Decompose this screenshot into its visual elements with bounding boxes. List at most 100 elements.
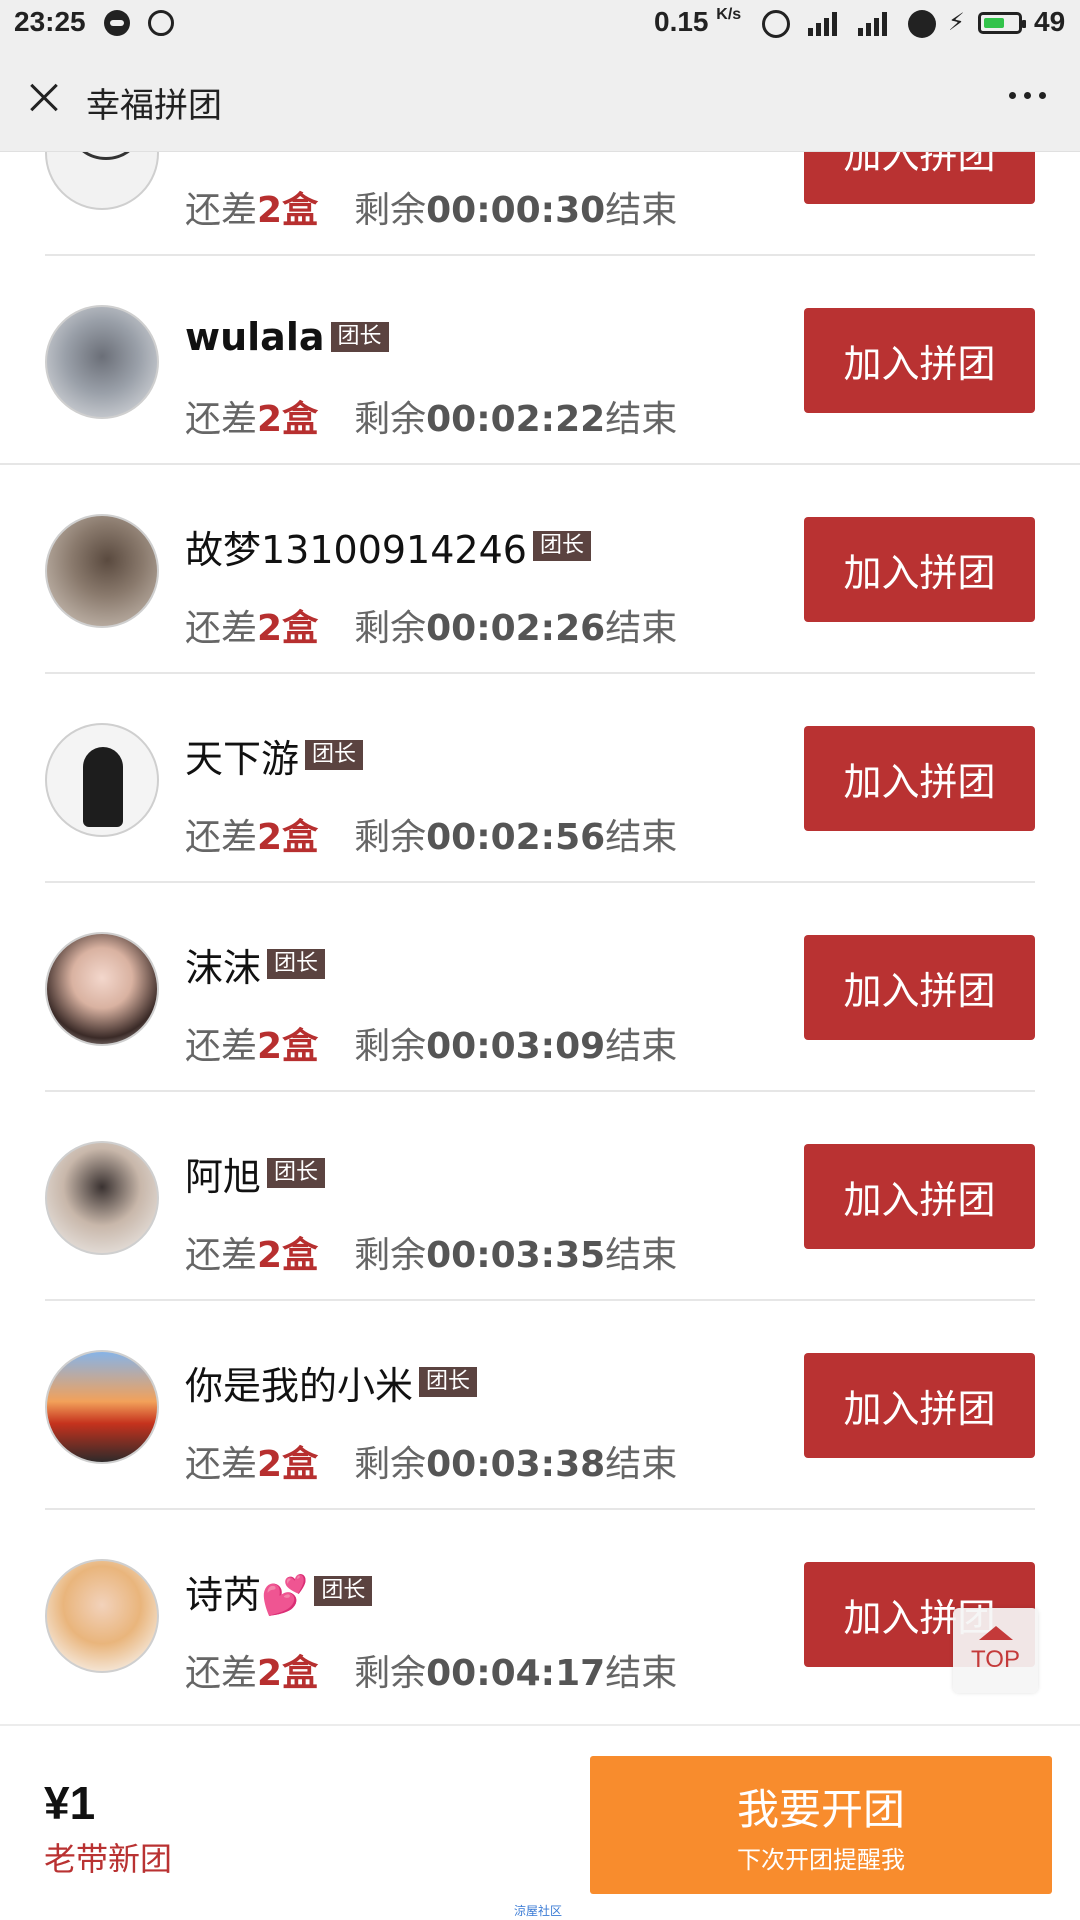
charging-icon: ⚡ [948, 9, 965, 36]
countdown: 00:03:09 [426, 1026, 606, 1067]
group-status: 还差2盒 剩余00:03:09结束 [185, 1017, 677, 1069]
group-status: 还差2盒 剩余00:02:22结束 [185, 390, 677, 442]
battery-icon [978, 12, 1026, 34]
close-icon[interactable] [24, 78, 64, 118]
avatar [45, 723, 159, 837]
group-row: 阿旭 团长 还差2盒 剩余00:03:35结束 加入拼团 [0, 1092, 1080, 1301]
remain-count: 2盒 [257, 1235, 319, 1276]
leader-name: 天下游 [185, 736, 300, 781]
join-group-button[interactable]: 加入拼团 [804, 1144, 1035, 1249]
signal-3g-icon [808, 12, 837, 36]
leader-name-line: 故梦13100914246 团长 [185, 523, 591, 572]
countdown: 00:02:26 [426, 608, 606, 649]
leader-name-line: 你是我的小米 团长 [185, 1359, 478, 1408]
group-row: 故梦13100914246 团长 还差2盒 剩余00:02:26结束 加入拼团 [0, 465, 1080, 674]
avatar [45, 1559, 159, 1673]
watermark: 涼屋社区 [514, 1904, 563, 1918]
countdown: 00:02:56 [426, 817, 606, 858]
avatar [45, 1350, 159, 1464]
leader-name-line: 沫沫 团长 [185, 941, 326, 990]
group-status: 还差2盒 剩余00:03:35结束 [185, 1226, 677, 1278]
group-status: 还差2盒 剩余00:02:26结束 [185, 599, 677, 651]
bottom-bar: ¥1 老带新团 我要开团 下次开团提醒我 涼屋社区 [0, 1724, 1080, 1920]
leader-name-line: 阿旭 团长 [185, 1150, 326, 1199]
more-icon[interactable] [1009, 92, 1046, 99]
remain-count: 2盒 [257, 1444, 319, 1485]
join-group-button[interactable]: 加入拼团 [804, 726, 1035, 831]
countdown: 00:02:22 [426, 399, 606, 440]
time-label: 剩余 [354, 608, 427, 649]
leader-name: 诗芮💕 [185, 1572, 309, 1617]
time-suffix: 结束 [605, 817, 678, 858]
remind-label: 下次开团提醒我 [737, 1846, 905, 1874]
remain-label: 还差 [185, 1235, 258, 1276]
join-group-button[interactable]: 加入拼团 [804, 935, 1035, 1040]
remain-count: 2盒 [257, 608, 319, 649]
status-time: 23:25 [14, 6, 86, 37]
leader-name-line: 诗芮💕 团长 [185, 1568, 373, 1617]
status-bar: 23:25 0.15 K/s ⚡ 49 [0, 0, 1080, 48]
remain-count: 2盒 [257, 1653, 319, 1694]
leader-name: wulala [185, 315, 325, 359]
leader-badge: 团长 [330, 322, 389, 352]
remain-count: 2盒 [257, 1026, 319, 1067]
avatar [45, 514, 159, 628]
remain-label: 还差 [185, 608, 258, 649]
join-group-button[interactable]: 加入拼团 [804, 517, 1035, 622]
leader-name-line: 天下游 团长 [185, 732, 364, 781]
countdown: 00:03:35 [426, 1235, 606, 1276]
time-suffix: 结束 [605, 1235, 678, 1276]
group-row: 天下游 团长 还差2盒 剩余00:02:56结束 加入拼团 [0, 674, 1080, 883]
back-to-top-button[interactable]: TOP [953, 1608, 1038, 1693]
leader-badge: 团长 [267, 1158, 326, 1188]
remain-label: 还差 [185, 1444, 258, 1485]
start-group-label: 我要开团 [736, 1785, 905, 1834]
remain-label: 还差 [185, 1653, 258, 1694]
time-label: 剩余 [354, 1026, 427, 1067]
top-arrow-icon [979, 1626, 1013, 1640]
leader-name-line: wulala 团长 [185, 314, 389, 360]
group-status: 还差2盒 剩余00:00:30结束 [185, 181, 677, 233]
group-status: 还差2盒 剩余00:03:38结束 [185, 1435, 677, 1487]
remain-label: 还差 [185, 399, 258, 440]
time-suffix: 结束 [605, 608, 678, 649]
join-group-button[interactable]: 加入拼团 [804, 1353, 1035, 1458]
top-label: TOP [971, 1646, 1020, 1673]
time-label: 剩余 [354, 190, 427, 231]
remain-label: 还差 [185, 190, 258, 231]
remain-label: 还差 [185, 1026, 258, 1067]
time-label: 剩余 [354, 1653, 427, 1694]
hd-icon [908, 10, 936, 38]
group-row: 诗芮💕 团长 还差2盒 剩余00:04:17结束 加入拼团 [0, 1510, 1080, 1719]
time-suffix: 结束 [605, 399, 678, 440]
group-row: wulala 团长 还差2盒 剩余00:02:22结束 加入拼团 [0, 256, 1080, 465]
start-group-button[interactable]: 我要开团 下次开团提醒我 [590, 1756, 1052, 1894]
leader-badge: 团长 [419, 1367, 478, 1397]
group-status: 还差2盒 剩余00:04:17结束 [185, 1644, 677, 1696]
avatar [45, 305, 159, 419]
remain-count: 2盒 [257, 399, 319, 440]
remain-count: 2盒 [257, 817, 319, 858]
time-label: 剩余 [354, 399, 427, 440]
join-group-button[interactable]: 加入拼团 [804, 308, 1035, 413]
group-status: 还差2盒 剩余00:02:56结束 [185, 808, 677, 860]
time-suffix: 结束 [605, 1444, 678, 1485]
network-speed-unit: K/s [716, 6, 742, 23]
leader-badge: 团长 [314, 1576, 373, 1606]
network-speed: 0.15 K/s [654, 6, 741, 38]
leader-name: 你是我的小米 [185, 1363, 414, 1408]
time-label: 剩余 [354, 1235, 427, 1276]
group-type-label: 老带新团 [44, 1840, 173, 1878]
countdown: 00:04:17 [426, 1653, 606, 1694]
leader-badge: 团长 [305, 740, 364, 770]
time-label: 剩余 [354, 1444, 427, 1485]
app-notification-icon [104, 10, 130, 36]
price: ¥1 [44, 1777, 96, 1829]
leader-name: 阿旭 [185, 1154, 262, 1199]
page-header: 幸福拼团 [0, 48, 1080, 152]
leader-badge: 团长 [267, 949, 326, 979]
page-title: 幸福拼团 [86, 86, 222, 126]
network-speed-value: 0.15 [654, 6, 709, 37]
time-suffix: 结束 [605, 1026, 678, 1067]
remain-label: 还差 [185, 817, 258, 858]
